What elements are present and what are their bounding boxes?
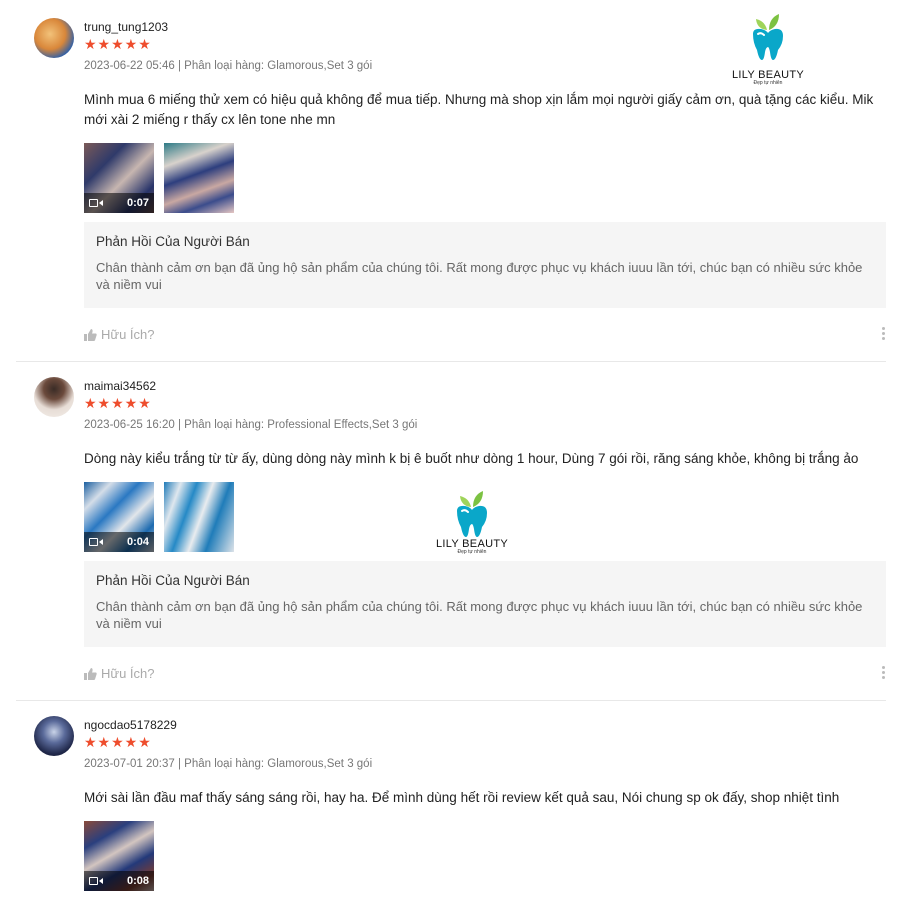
avatar[interactable]	[34, 18, 74, 58]
video-thumbnail[interactable]: 0:04	[84, 482, 154, 552]
photo-thumbnail[interactable]	[164, 482, 234, 552]
helpful-button[interactable]: Hữu Ích?	[84, 327, 155, 342]
video-duration-bar: 0:08	[84, 871, 154, 891]
review-comment: Dòng này kiểu trắng từ từ ấy, dùng dòng …	[84, 451, 859, 466]
video-camera-icon	[89, 198, 103, 208]
video-camera-icon	[89, 876, 103, 886]
thumbs-up-icon	[84, 667, 97, 680]
video-duration: 0:08	[126, 875, 149, 887]
video-thumbnail[interactable]: 0:07	[84, 143, 154, 213]
review-divider	[16, 361, 886, 362]
review-divider	[16, 700, 886, 701]
star-rating: ★★★★★	[84, 36, 152, 52]
lily-beauty-logo-watermark: LILY BEAUTY Đẹp tự nhiên	[426, 489, 518, 555]
review-comment: Mình mua 6 miếng thử xem có hiệu quả khô…	[84, 92, 874, 127]
reply-title: Phản Hồi Của Người Bán	[96, 234, 250, 249]
review-meta: 2023-06-25 16:20 | Phân loại hàng: Profe…	[84, 419, 418, 431]
seller-reply: Phản Hồi Của Người Bán Chân thành cảm ơn…	[84, 222, 886, 308]
username[interactable]: ngocdao5178229	[84, 718, 177, 732]
review-meta: 2023-07-01 20:37 | Phân loại hàng: Glamo…	[84, 758, 373, 770]
avatar[interactable]	[34, 716, 74, 756]
seller-reply: Phản Hồi Của Người Bán Chân thành cảm ơn…	[84, 561, 886, 647]
star-rating: ★★★★★	[84, 734, 152, 750]
video-duration: 0:04	[126, 536, 149, 548]
tooth-leaf-icon	[753, 14, 783, 60]
review-media: 0:08	[84, 821, 154, 891]
avatar[interactable]	[34, 377, 74, 417]
review-media: 0:04	[84, 482, 234, 552]
more-options-icon[interactable]	[882, 666, 886, 679]
helpful-button[interactable]: Hữu Ích?	[84, 666, 155, 681]
more-options-icon[interactable]	[882, 327, 886, 340]
review-comment: Mới sài lần đầu maf thấy sáng sáng rồi, …	[84, 790, 840, 805]
thumbs-up-icon	[84, 328, 97, 341]
video-duration: 0:07	[126, 197, 149, 209]
helpful-label: Hữu Ích?	[101, 327, 155, 342]
photo-thumbnail[interactable]	[164, 143, 234, 213]
video-camera-icon	[89, 537, 103, 547]
tooth-leaf-icon	[457, 491, 487, 537]
helpful-label: Hữu Ích?	[101, 666, 155, 681]
reply-text: Chân thành cảm ơn bạn đã ủng hộ sản phẩm…	[96, 599, 863, 631]
username[interactable]: trung_tung1203	[84, 20, 168, 34]
review-media: 0:07	[84, 143, 234, 213]
username[interactable]: maimai34562	[84, 379, 156, 393]
video-thumbnail[interactable]: 0:08	[84, 821, 154, 891]
video-duration-bar: 0:07	[84, 193, 154, 213]
star-rating: ★★★★★	[84, 395, 152, 411]
reply-text: Chân thành cảm ơn bạn đã ủng hộ sản phẩm…	[96, 260, 863, 292]
reply-title: Phản Hồi Của Người Bán	[96, 573, 250, 588]
review-3: ngocdao5178229 ★★★★★ 2023-07-01 20:37 | …	[16, 716, 886, 900]
review-meta: 2023-06-22 05:46 | Phân loại hàng: Glamo…	[84, 60, 373, 72]
lily-beauty-logo: LILY BEAUTY Đẹp tự nhiên	[722, 12, 814, 86]
video-duration-bar: 0:04	[84, 532, 154, 552]
